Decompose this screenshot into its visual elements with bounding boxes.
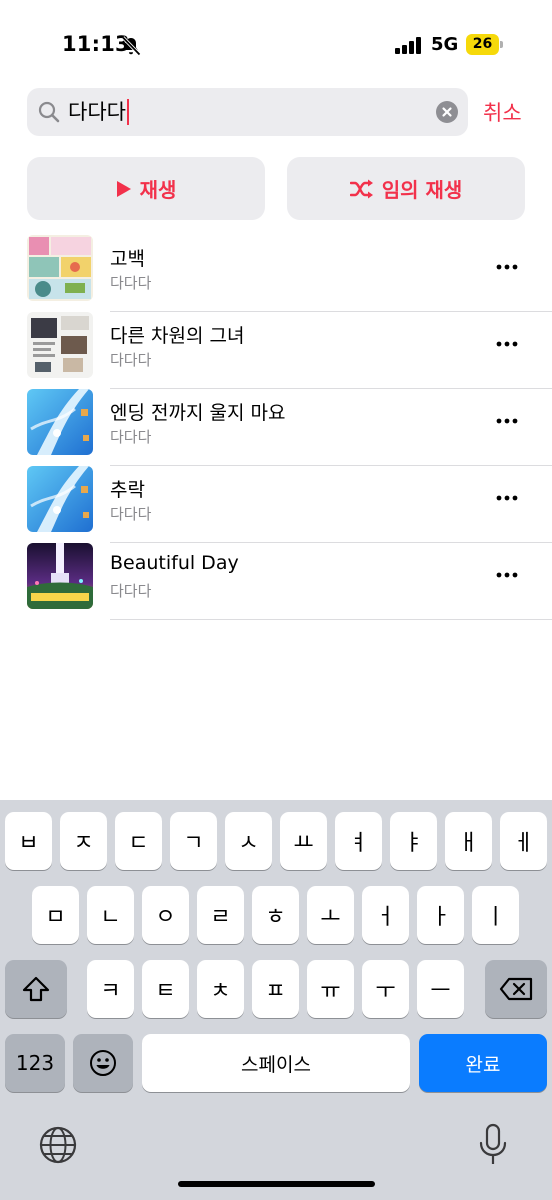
status-bar: 11:13 5G 26: [0, 0, 552, 80]
shuffle-icon: [349, 179, 373, 198]
home-indicator: [178, 1181, 375, 1187]
key[interactable]: ㅎ: [252, 886, 299, 944]
key[interactable]: ㅍ: [252, 960, 299, 1018]
play-label: 재생: [139, 178, 177, 202]
song-artist: 다다다: [110, 505, 152, 523]
globe-icon[interactable]: [38, 1125, 78, 1165]
album-art: [27, 235, 93, 301]
key[interactable]: ㅅ: [225, 812, 272, 870]
key[interactable]: ㅈ: [60, 812, 107, 870]
done-key[interactable]: 완료: [419, 1034, 547, 1092]
emoji-key[interactable]: [73, 1034, 133, 1092]
song-row[interactable]: 다른 차원의 그녀 다다다: [27, 312, 552, 389]
delete-key[interactable]: [485, 960, 547, 1018]
key[interactable]: ㅁ: [32, 886, 79, 944]
key[interactable]: ㄴ: [87, 886, 134, 944]
key[interactable]: ㅋ: [87, 960, 134, 1018]
song-title: 추락: [110, 479, 145, 501]
key[interactable]: ㅏ: [417, 886, 464, 944]
more-icon[interactable]: [495, 409, 519, 433]
key[interactable]: ㅣ: [472, 886, 519, 944]
key[interactable]: ㄱ: [170, 812, 217, 870]
key[interactable]: ㅑ: [390, 812, 437, 870]
microphone-icon[interactable]: [477, 1123, 509, 1167]
key[interactable]: ㅔ: [500, 812, 547, 870]
key[interactable]: ㅜ: [362, 960, 409, 1018]
shuffle-button[interactable]: 임의 재생: [287, 157, 525, 220]
backspace-icon: [499, 977, 533, 1001]
search-input[interactable]: 다다다: [68, 98, 129, 126]
key[interactable]: ㅇ: [142, 886, 189, 944]
album-art: [27, 466, 93, 532]
numbers-key[interactable]: 123: [5, 1034, 65, 1092]
emoji-icon: [90, 1050, 116, 1076]
key[interactable]: ㅛ: [280, 812, 327, 870]
more-icon[interactable]: [495, 332, 519, 356]
row-divider: [110, 619, 552, 620]
battery-icon: 26: [466, 34, 503, 55]
key[interactable]: ㄹ: [197, 886, 244, 944]
key[interactable]: ㅠ: [307, 960, 354, 1018]
song-title: 엔딩 전까지 울지 마요: [110, 402, 286, 424]
song-artist: 다다다: [110, 351, 152, 369]
shift-icon: [22, 976, 50, 1002]
more-icon[interactable]: [495, 563, 519, 587]
battery-level: 26: [472, 36, 493, 52]
song-artist: 다다다: [110, 582, 152, 600]
key[interactable]: ㅡ: [417, 960, 464, 1018]
bell-slash-icon: [121, 36, 141, 56]
space-key[interactable]: 스페이스: [142, 1034, 410, 1092]
key[interactable]: ㅓ: [362, 886, 409, 944]
song-row[interactable]: Beautiful Day 다다다: [27, 543, 552, 620]
album-art: [27, 389, 93, 455]
more-icon[interactable]: [495, 486, 519, 510]
key[interactable]: ㅂ: [5, 812, 52, 870]
clear-x-icon: [442, 107, 452, 117]
song-row[interactable]: 엔딩 전까지 울지 마요 다다다: [27, 389, 552, 466]
key[interactable]: ㄷ: [115, 812, 162, 870]
search-field[interactable]: 다다다: [27, 88, 468, 136]
clear-search-button[interactable]: [436, 101, 458, 123]
song-title: 다른 차원의 그녀: [110, 325, 245, 347]
cancel-button[interactable]: 취소: [483, 97, 522, 127]
key[interactable]: ㅗ: [307, 886, 354, 944]
keyboard: ㅂ ㅈ ㄷ ㄱ ㅅ ㅛ ㅕ ㅑ ㅐ ㅔ ㅁ ㄴ ㅇ ㄹ ㅎ ㅗ ㅓ ㅏ ㅣ ㅋ …: [0, 800, 552, 1200]
search-query: 다다다: [68, 100, 126, 124]
key[interactable]: ㅌ: [142, 960, 189, 1018]
play-button[interactable]: 재생: [27, 157, 265, 220]
signal-icon: [395, 37, 423, 54]
shuffle-label: 임의 재생: [381, 178, 463, 202]
album-art: [27, 312, 93, 378]
play-icon: [116, 180, 131, 197]
key[interactable]: ㅕ: [335, 812, 382, 870]
song-artist: 다다다: [110, 274, 152, 292]
key[interactable]: ㅐ: [445, 812, 492, 870]
network-label: 5G: [431, 34, 459, 55]
song-title: Beautiful Day: [110, 552, 239, 574]
song-artist: 다다다: [110, 428, 152, 446]
song-row[interactable]: 고백 다다다: [27, 235, 552, 312]
album-art: [27, 543, 93, 609]
more-icon[interactable]: [495, 255, 519, 279]
song-row[interactable]: 추락 다다다: [27, 466, 552, 543]
text-caret: [126, 99, 129, 125]
key[interactable]: ㅊ: [197, 960, 244, 1018]
search-icon: [38, 101, 60, 123]
song-title: 고백: [110, 248, 145, 270]
shift-key[interactable]: [5, 960, 67, 1018]
